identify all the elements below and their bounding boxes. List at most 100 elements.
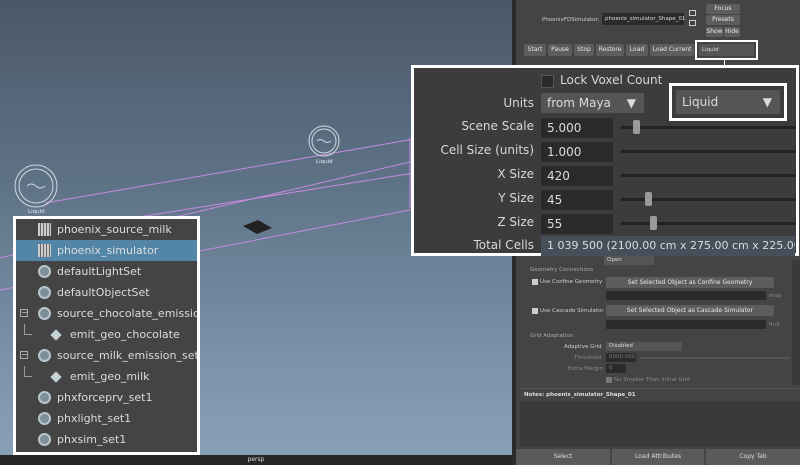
z-size-label: Z Size xyxy=(497,215,534,229)
outliner-item-label: emit_geo_chocolate xyxy=(70,328,180,341)
cell-size-field[interactable]: 1.000 xyxy=(541,142,613,162)
simulator-icon xyxy=(38,244,51,257)
x-size-slider[interactable] xyxy=(621,174,796,177)
geometry-icon xyxy=(50,371,62,383)
adaptive-grid-label: Adaptive Grid xyxy=(564,344,602,350)
outliner-item-selected[interactable]: phoenix_simulator xyxy=(16,240,197,261)
set-icon xyxy=(38,433,51,446)
camera-label: persp xyxy=(0,455,512,465)
lock-voxel-checkbox[interactable] xyxy=(541,75,554,88)
copy-tab-button[interactable]: Copy Tab xyxy=(706,449,800,465)
outliner-item-label: source_chocolate_emission_set xyxy=(57,307,197,320)
outliner-item[interactable]: emit_geo_milk xyxy=(16,366,197,387)
notes-area[interactable] xyxy=(520,401,800,447)
notes-label: Notes: phoenix_simulator_Shape_01 xyxy=(524,392,636,398)
presets-button[interactable]: Presets xyxy=(706,15,740,25)
confine-field[interactable] xyxy=(606,291,766,300)
outliner-item[interactable]: emit_geo_chocolate xyxy=(16,324,197,345)
set-icon xyxy=(38,349,51,362)
outliner-item[interactable]: − source_chocolate_emission_set xyxy=(16,303,197,324)
outliner-item[interactable]: phxlight_set1 xyxy=(16,408,197,429)
grid-adaptation-header: Grid Adaptation xyxy=(530,333,574,339)
hide-button[interactable]: Hide xyxy=(724,27,740,37)
use-confine-label: Use Confine Geometry xyxy=(540,279,603,285)
scene-scale-field[interactable]: 5.000 xyxy=(541,118,613,138)
select-button[interactable]: Select xyxy=(516,449,610,465)
z-size-slider[interactable] xyxy=(621,214,796,234)
type-select[interactable]: Liquid xyxy=(699,44,754,56)
x-size-field[interactable]: 420 xyxy=(541,166,613,186)
set-icon xyxy=(38,286,51,299)
adaptive-grid-select[interactable]: Disabled xyxy=(606,342,682,351)
open-select[interactable]: Open xyxy=(604,256,654,265)
set-icon xyxy=(38,265,51,278)
outliner-item-label: phoenix_simulator xyxy=(57,244,159,257)
units-label: Units xyxy=(503,96,534,110)
load-attributes-button[interactable]: Load Attributes xyxy=(612,449,704,465)
no-smaller-checkbox[interactable] xyxy=(606,377,612,383)
outliner-item-label: defaultLightSet xyxy=(57,265,142,278)
y-size-slider[interactable] xyxy=(621,190,796,210)
outliner-item-label: phxforceprv_set1 xyxy=(57,391,153,404)
total-cells-field: 1 039 500 (2100.00 cm x 275.00 cm x 225.… xyxy=(541,236,795,256)
use-confine-checkbox[interactable] xyxy=(532,279,538,285)
cascade-field[interactable] xyxy=(606,320,766,329)
map-button[interactable]: map xyxy=(769,293,781,299)
threshold-slider[interactable] xyxy=(640,357,790,359)
pause-button[interactable]: Pause xyxy=(548,44,572,56)
set-cascade-button[interactable]: Set Selected Object as Cascade Simulator xyxy=(606,305,774,316)
simulator-name-field[interactable]: phoenix_simulator_Shape_01 xyxy=(602,13,685,25)
simulator-label: PhoenixFDSimulator: xyxy=(542,17,600,23)
set-icon xyxy=(38,412,51,425)
load-button[interactable]: Load xyxy=(626,44,648,56)
outliner-item[interactable]: phoenix_source_milk xyxy=(16,219,197,240)
outliner-item[interactable]: defaultLightSet xyxy=(16,261,197,282)
paste-icon[interactable] xyxy=(689,20,696,26)
z-size-field[interactable]: 55 xyxy=(541,214,613,234)
find-button[interactable]: find xyxy=(769,322,779,328)
x-size-label: X Size xyxy=(497,167,534,181)
use-cascade-checkbox[interactable] xyxy=(532,308,538,314)
scene-scale-slider[interactable] xyxy=(621,118,796,138)
outliner-item-label: emit_geo_milk xyxy=(70,370,150,383)
chevron-down-icon: ▼ xyxy=(762,95,772,109)
cell-size-label: Cell Size (units) xyxy=(440,143,534,157)
total-cells-label: Total Cells xyxy=(473,238,534,252)
outliner-item[interactable]: defaultObjectSet xyxy=(16,282,197,303)
set-icon xyxy=(38,307,51,320)
no-smaller-label: No Smaller Than Initial Grid xyxy=(614,377,690,383)
type-select-zoom[interactable]: Liquid ▼ xyxy=(676,90,780,114)
y-size-field[interactable]: 45 xyxy=(541,190,613,210)
outliner-callout: phoenix_source_milk phoenix_simulator de… xyxy=(13,216,200,455)
start-button[interactable]: Start xyxy=(524,44,546,56)
threshold-field[interactable]: 0000.000 xyxy=(606,353,636,362)
y-size-label: Y Size xyxy=(498,191,534,205)
outliner-item[interactable]: − source_milk_emission_set xyxy=(16,345,197,366)
outliner-item-label: defaultObjectSet xyxy=(57,286,150,299)
geometry-connections-header: Geometry Connections xyxy=(530,267,594,273)
cell-size-slider[interactable] xyxy=(621,150,796,153)
scene-scale-label: Scene Scale xyxy=(461,119,534,133)
use-cascade-label: Use Cascade Simulator xyxy=(540,308,604,314)
focus-button[interactable]: Focus xyxy=(706,4,740,14)
lock-voxel-label: Lock Voxel Count xyxy=(560,73,663,87)
show-button[interactable]: Show xyxy=(706,27,723,37)
outliner-item-label: source_milk_emission_set xyxy=(57,349,197,362)
extra-margin-field[interactable]: 0 xyxy=(606,364,626,373)
scrollbar[interactable] xyxy=(792,260,800,385)
collapse-icon[interactable]: − xyxy=(20,309,28,317)
simulator-icon xyxy=(38,223,51,236)
restore-button[interactable]: Restore xyxy=(596,44,624,56)
type-value: Liquid xyxy=(682,95,719,109)
units-select[interactable]: from Maya ▼ xyxy=(541,93,644,113)
extra-margin-label: Extra Margin xyxy=(568,366,604,372)
collapse-icon[interactable]: − xyxy=(20,351,28,359)
load-current-button[interactable]: Load Current xyxy=(650,44,694,56)
outliner-item[interactable]: phxsim_set1 xyxy=(16,429,197,450)
stop-button[interactable]: Stop xyxy=(574,44,594,56)
locator-label: Liquid xyxy=(28,209,45,215)
locator-label: Liquid xyxy=(316,159,333,165)
set-confine-button[interactable]: Set Selected Object as Confine Geometry xyxy=(606,277,774,288)
copy-icon[interactable] xyxy=(689,10,696,16)
outliner-item[interactable]: phxforceprv_set1 xyxy=(16,387,197,408)
